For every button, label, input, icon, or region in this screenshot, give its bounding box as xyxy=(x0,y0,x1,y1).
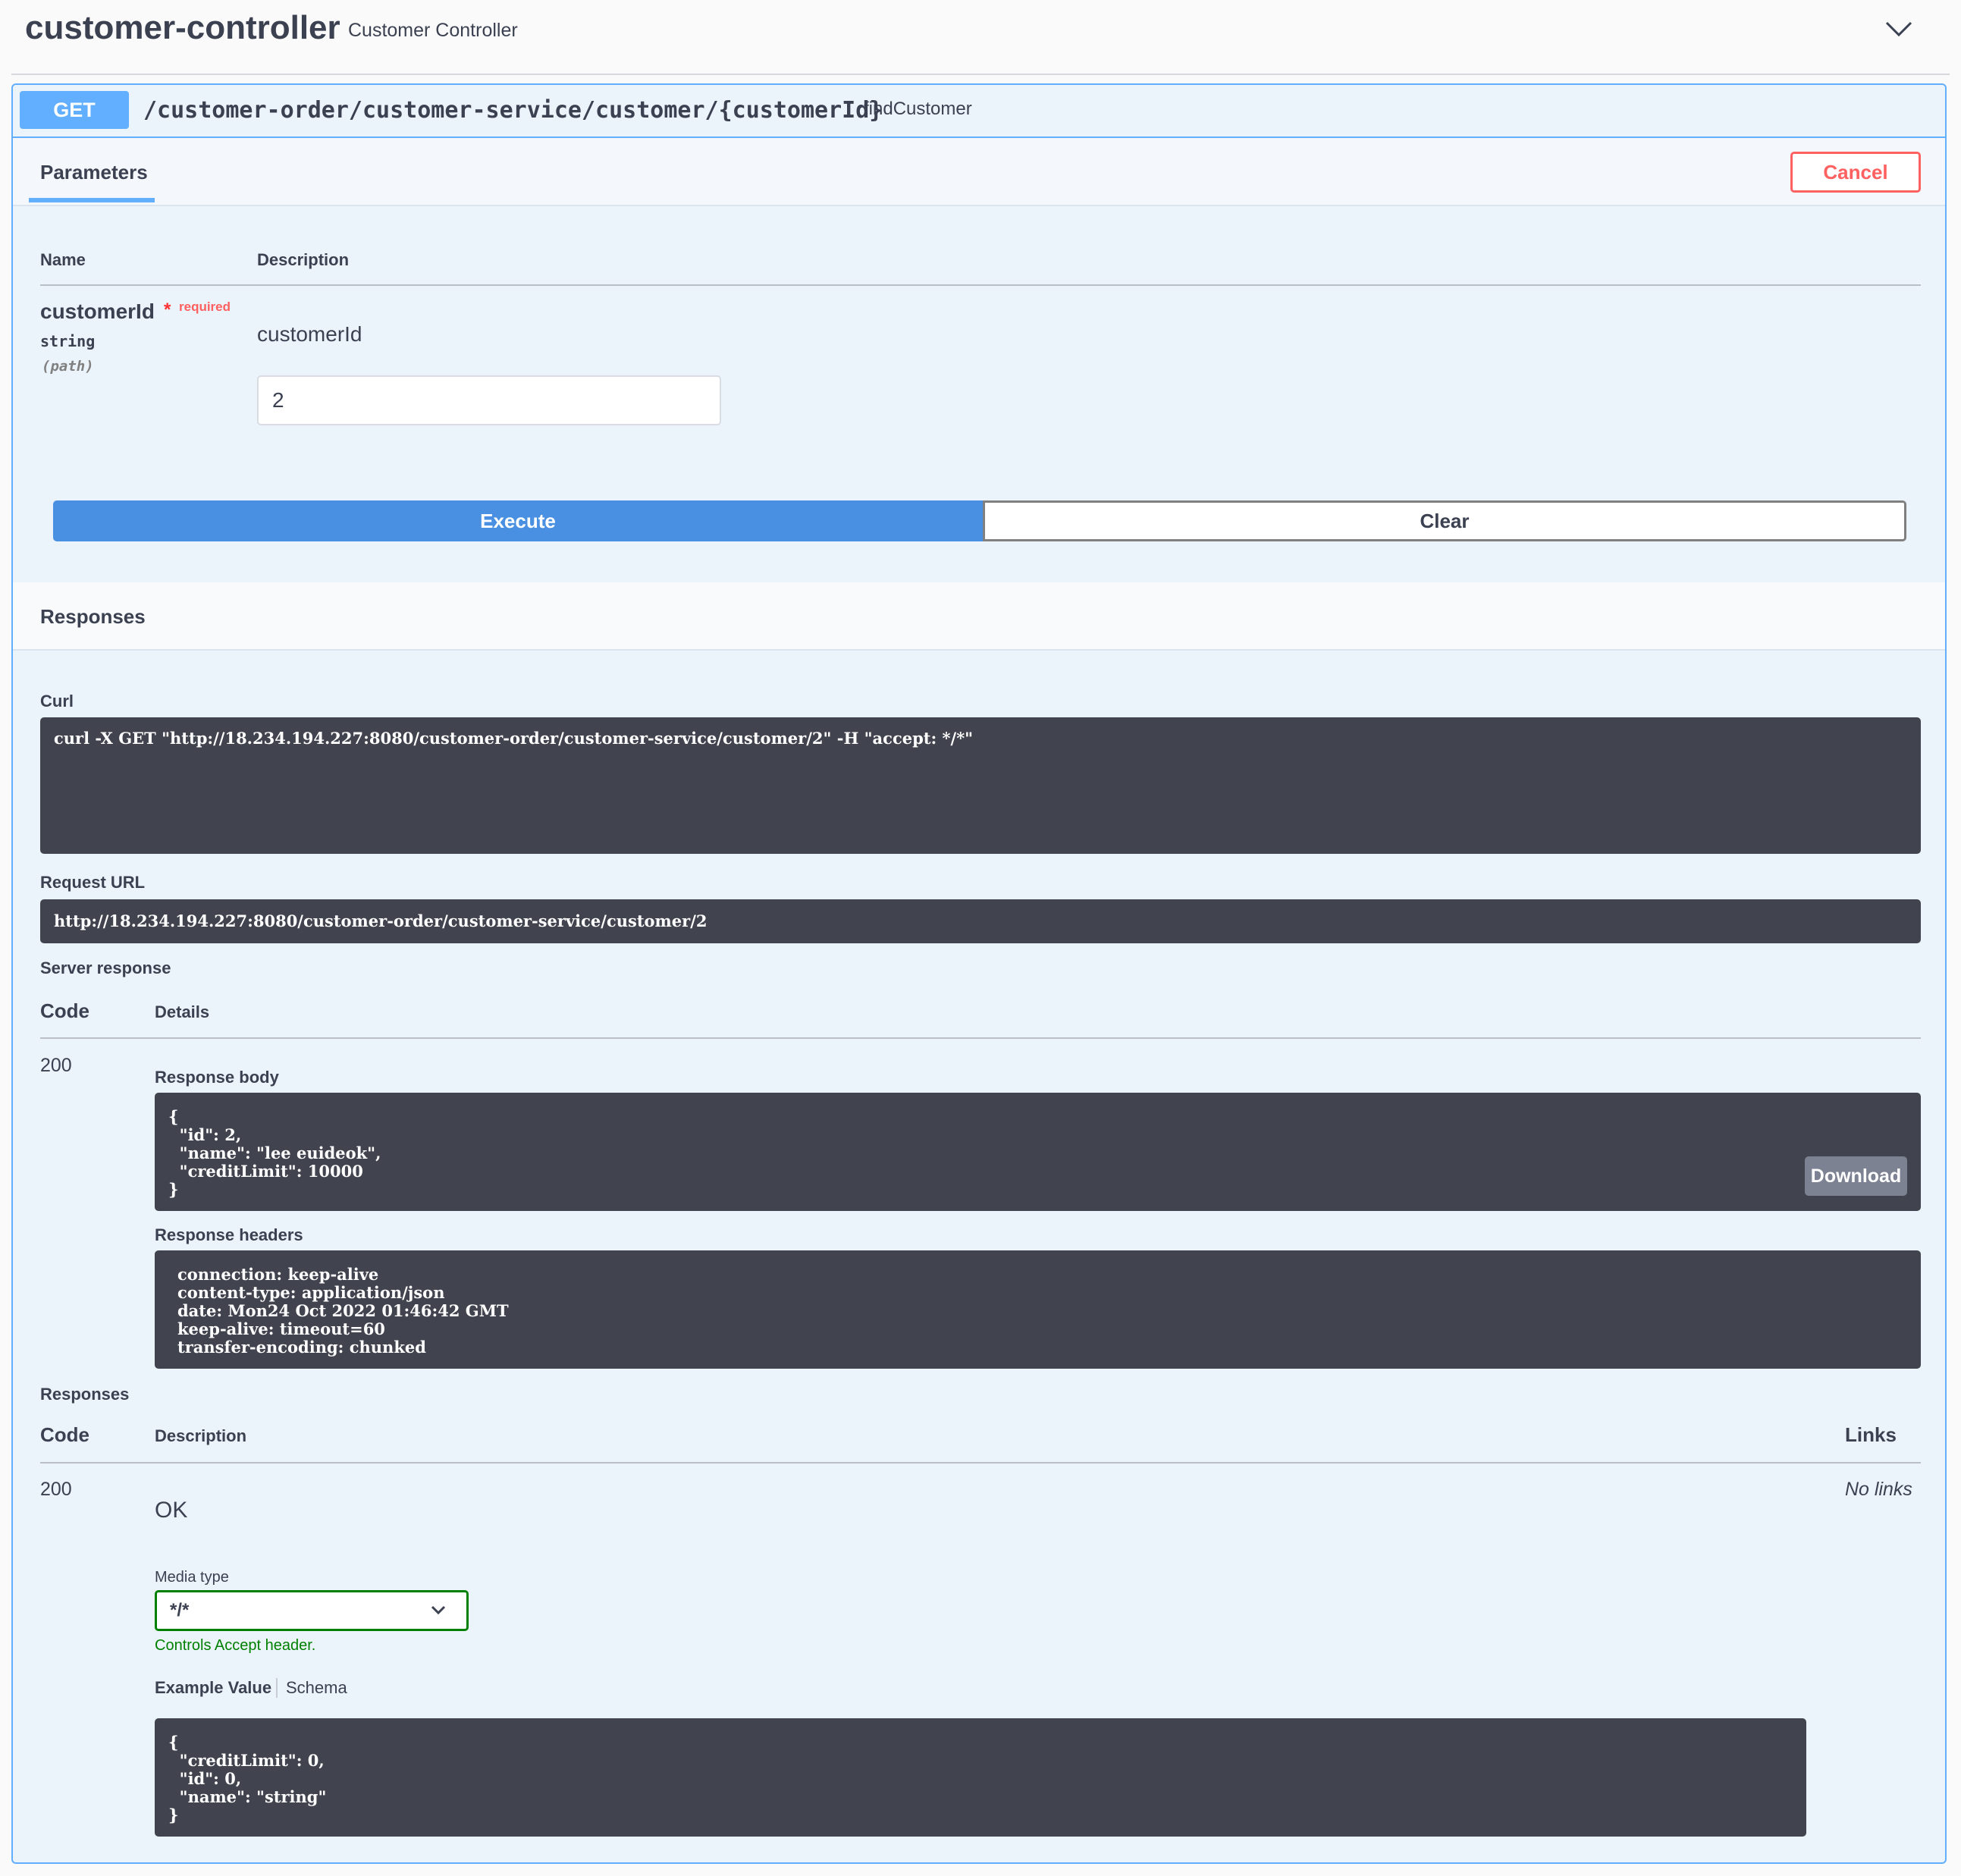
parameter-description: customerId xyxy=(257,322,362,346)
example-value[interactable]: { "creditLimit": 0, "id": 0, "name": "st… xyxy=(155,1718,1806,1837)
response-headers[interactable]: connection: keep-alive content-type: app… xyxy=(155,1250,1921,1369)
parameters-header xyxy=(13,138,1945,206)
execute-button[interactable]: Execute xyxy=(53,500,983,541)
response-description: OK xyxy=(155,1498,188,1523)
responses-header xyxy=(13,582,1945,651)
parameter-location: (path) xyxy=(42,358,94,375)
column-header-code: Code xyxy=(40,999,89,1022)
required-label: required xyxy=(179,300,231,314)
curl-label: Curl xyxy=(40,692,74,711)
tab-schema[interactable]: Schema xyxy=(286,1678,347,1698)
server-response-code: 200 xyxy=(40,1055,72,1076)
tab-parameters[interactable]: Parameters xyxy=(40,161,148,184)
documented-responses-label: Responses xyxy=(40,1385,130,1404)
media-type-value: */* xyxy=(170,1600,190,1620)
request-url[interactable]: http://18.234.194.227:8080/customer-orde… xyxy=(40,899,1921,943)
column-header-code: Code xyxy=(40,1423,89,1446)
download-button[interactable]: Download xyxy=(1805,1156,1907,1196)
media-type-select[interactable] xyxy=(155,1590,469,1631)
parameter-name: customerId xyxy=(40,300,155,323)
response-headers-label: Response headers xyxy=(155,1225,303,1244)
parameters-divider xyxy=(40,284,1921,286)
controls-accept-note: Controls Accept header. xyxy=(155,1637,316,1654)
server-response-label: Server response xyxy=(40,958,171,977)
curl-command[interactable]: curl -X GET "http://18.234.194.227:8080/… xyxy=(40,717,1921,854)
response-links: No links xyxy=(1845,1479,1912,1500)
parameter-type: string xyxy=(40,332,96,350)
column-header-name: Name xyxy=(40,250,86,269)
operation-id: findCustomer xyxy=(864,99,972,119)
responses-divider xyxy=(40,1462,1921,1463)
tab-example-value[interactable]: Example Value xyxy=(155,1678,271,1698)
customer-id-input[interactable] xyxy=(257,375,721,425)
column-header-links: Links xyxy=(1845,1423,1897,1446)
tag-divider xyxy=(11,74,1950,75)
column-header-description: Description xyxy=(155,1426,247,1445)
media-type-label: Media type xyxy=(155,1569,229,1586)
request-url-label: Request URL xyxy=(40,873,146,892)
required-star: * xyxy=(164,300,171,320)
tab-active-indicator xyxy=(29,198,155,202)
responses-title: Responses xyxy=(40,605,146,628)
column-header-details: Details xyxy=(155,1002,210,1021)
chevron-down-icon[interactable] xyxy=(1884,17,1914,41)
tab-separator xyxy=(276,1678,278,1698)
column-header-description: Description xyxy=(257,250,350,269)
response-body[interactable]: { "id": 2, "name": "lee euideok", "credi… xyxy=(155,1093,1921,1211)
tag-description: Customer Controller xyxy=(348,20,518,41)
response-body-label: Response body xyxy=(155,1068,279,1087)
chevron-down-icon xyxy=(431,1605,446,1615)
clear-button[interactable]: Clear xyxy=(983,500,1906,541)
method-badge: GET xyxy=(20,91,129,129)
tag-title[interactable]: customer-controller xyxy=(25,9,340,47)
operation-path: /customer-order/customer-service/custome… xyxy=(143,97,883,124)
cancel-button[interactable]: Cancel xyxy=(1790,152,1921,193)
response-code: 200 xyxy=(40,1479,72,1500)
server-response-divider xyxy=(40,1037,1921,1039)
